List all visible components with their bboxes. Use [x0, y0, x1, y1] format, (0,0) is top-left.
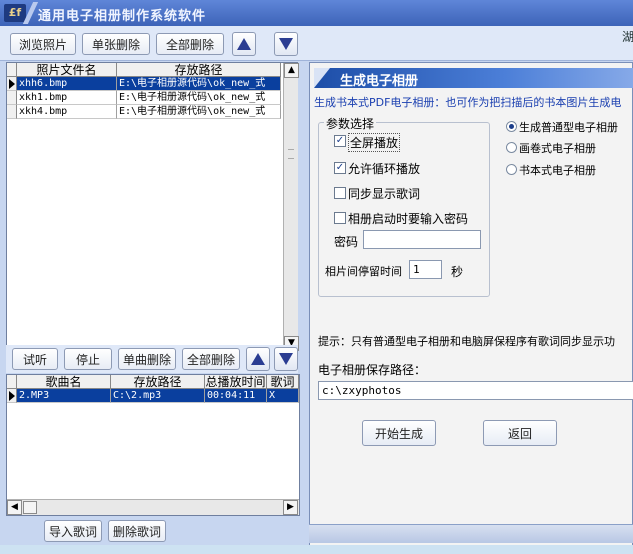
row-pointer-icon — [9, 391, 15, 401]
album-type-book-radio[interactable] — [506, 164, 517, 175]
save-path-input[interactable]: c:\zxyphotos — [318, 381, 633, 400]
start-generate-button[interactable]: 开始生成 — [362, 420, 436, 446]
column-header-lyrics[interactable]: 歌词 — [267, 375, 299, 389]
bottom-strip — [0, 545, 633, 554]
row-indicator — [7, 389, 17, 403]
radio-selected-icon — [509, 124, 514, 129]
delete-single-song-button[interactable]: 单曲删除 — [118, 348, 176, 370]
stop-song-button[interactable]: 停止 — [64, 348, 112, 370]
music-table-hscrollbar[interactable]: ◀ ▶ — [7, 499, 299, 515]
top-right-text: 湖 — [622, 30, 633, 44]
save-path-label: 电子相册保存路径： — [318, 363, 427, 377]
photo-filename-cell[interactable]: xhh6.bmp — [17, 77, 117, 91]
album-type-scroll-label[interactable]: 画卷式电子相册 — [519, 140, 596, 156]
app-title: 通用电子相册制作系统软件 — [38, 9, 207, 24]
photo-path-cell[interactable]: E:\电子相册源代码\ok_new_式 — [117, 91, 281, 105]
album-type-book-label[interactable]: 书本式电子相册 — [519, 162, 596, 178]
interval-input[interactable]: 1 — [409, 260, 442, 279]
album-type-normal-radio[interactable] — [506, 121, 517, 132]
scroll-left-icon[interactable]: ◀ — [7, 500, 22, 515]
song-path-cell[interactable]: C:\2.mp3 — [111, 389, 205, 403]
arrow-down-icon — [279, 38, 293, 50]
interval-unit: 秒 — [451, 265, 464, 279]
song-lyrics-cell[interactable]: X — [267, 389, 299, 403]
photo-filename-cell[interactable]: xkh4.bmp — [17, 105, 117, 119]
move-song-down-button[interactable] — [274, 347, 298, 371]
photo-table: 照片文件名 存放路径 xhh6.bmp E:\电子相册源代码\ok_new_式 … — [6, 62, 299, 352]
scroll-up-icon[interactable]: ▲ — [284, 63, 299, 78]
column-header-filename[interactable]: 照片文件名 — [17, 63, 117, 77]
move-photo-down-button[interactable] — [274, 32, 298, 56]
password-on-start-label[interactable]: 相册启动时要输入密码 — [348, 210, 468, 227]
password-on-start-checkbox[interactable] — [334, 212, 346, 224]
album-type-scroll-radio[interactable] — [506, 142, 517, 153]
lyrics-hint: 提示：只有普通型电子相册和电脑屏保程序有歌词同步显示功 — [318, 335, 615, 348]
interval-label: 相片间停留时间 — [325, 265, 402, 278]
preview-song-button[interactable]: 试听 — [12, 348, 58, 370]
loop-label[interactable]: 允许循环播放 — [348, 160, 420, 177]
album-type-normal-label[interactable]: 生成普通型电子相册 — [519, 119, 618, 135]
column-header-duration[interactable]: 总播放时间 — [205, 375, 267, 389]
move-song-up-button[interactable] — [246, 347, 270, 371]
arrow-up-icon — [251, 353, 265, 365]
music-table: 歌曲名 存放路径 总播放时间 歌词 2.MP3 C:\2.mp3 00:04:1… — [6, 374, 300, 516]
back-button[interactable]: 返回 — [483, 420, 557, 446]
panel-status-bar — [309, 524, 633, 543]
password-label: 密码 — [334, 235, 359, 249]
row-indicator-header — [7, 63, 17, 77]
row-indicator-header — [7, 375, 17, 389]
panel-title: 生成电子相册 — [340, 74, 419, 89]
row-indicator — [7, 105, 17, 119]
row-indicator — [7, 77, 17, 91]
row-pointer-icon — [9, 79, 15, 89]
column-header-path[interactable]: 存放路径 — [117, 63, 281, 77]
sync-lyrics-label[interactable]: 同步显示歌词 — [348, 185, 420, 202]
fullscreen-label[interactable]: 全屏播放 — [348, 133, 401, 152]
scroll-thumb[interactable] — [23, 501, 37, 514]
scroll-grip-icon — [288, 149, 294, 159]
import-lyrics-button[interactable]: 导入歌词 — [44, 520, 102, 542]
delete-single-photo-button[interactable]: 单张删除 — [82, 33, 150, 55]
sync-lyrics-checkbox[interactable] — [334, 187, 346, 199]
arrow-up-icon — [237, 38, 251, 50]
column-header-song-path[interactable]: 存放路径 — [111, 375, 205, 389]
delete-all-photos-button[interactable]: 全部删除 — [156, 33, 224, 55]
delete-lyrics-button[interactable]: 删除歌词 — [108, 520, 166, 542]
song-name-cell[interactable]: 2.MP3 — [17, 389, 111, 403]
app-logo: £f — [4, 4, 26, 22]
panel-description: 生成书本式PDF电子相册：也可作为把扫描后的书本图片生成电 — [314, 96, 622, 109]
photo-path-cell[interactable]: E:\电子相册源代码\ok_new_式 — [117, 105, 281, 119]
browse-photos-button[interactable]: 浏览照片 — [10, 33, 76, 55]
move-photo-up-button[interactable] — [232, 32, 256, 56]
photo-path-cell[interactable]: E:\电子相册源代码\ok_new_式 — [117, 77, 281, 91]
arrow-down-icon — [279, 353, 293, 365]
loop-checkbox[interactable]: ✓ — [334, 162, 346, 174]
fullscreen-checkbox[interactable]: ✓ — [334, 135, 346, 147]
scroll-right-icon[interactable]: ▶ — [283, 500, 298, 515]
photo-filename-cell[interactable]: xkh1.bmp — [17, 91, 117, 105]
password-input[interactable] — [363, 230, 481, 249]
delete-all-songs-button[interactable]: 全部删除 — [182, 348, 240, 370]
params-legend: 参数选择 — [324, 115, 377, 132]
song-duration-cell[interactable]: 00:04:11 — [205, 389, 267, 403]
column-header-song-name[interactable]: 歌曲名 — [17, 375, 111, 389]
row-indicator — [7, 91, 17, 105]
photo-table-scrollbar[interactable]: ▲ ▼ — [283, 63, 299, 351]
